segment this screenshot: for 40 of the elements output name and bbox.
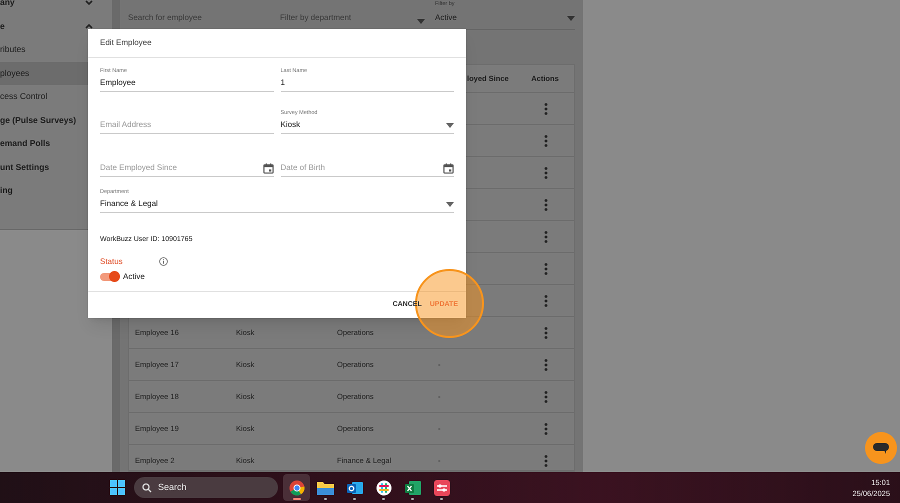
dropdown-caret-icon[interactable]	[417, 19, 425, 24]
more-options-icon[interactable]	[544, 390, 548, 402]
more-options-icon[interactable]	[544, 134, 548, 146]
dropdown-caret-icon[interactable]	[446, 122, 454, 128]
text-field[interactable]: Date of Birth	[280, 144, 454, 177]
sidebar-item[interactable]: any	[0, 0, 112, 14]
more-options-icon[interactable]	[544, 358, 548, 370]
more-options-icon[interactable]	[544, 422, 548, 434]
text-field[interactable]: Email Address	[100, 101, 274, 134]
windows-start-icon[interactable]	[110, 480, 125, 495]
spreadsheet-icon[interactable]	[404, 480, 420, 496]
more-options-icon[interactable]	[544, 454, 548, 466]
app-icon[interactable]	[434, 480, 450, 496]
taskbar-search-field[interactable]: Search	[134, 477, 278, 498]
more-options-icon[interactable]	[544, 294, 548, 306]
search-icon	[142, 482, 152, 492]
taskbar-app[interactable]	[283, 474, 310, 501]
dialog-title: Edit Employee	[100, 37, 152, 49]
chat-icon	[873, 442, 889, 454]
hash-icon[interactable]	[376, 480, 392, 496]
text-field[interactable]: Date Employed Since	[100, 144, 274, 177]
calendar-icon[interactable]	[443, 162, 454, 174]
more-options-icon[interactable]	[544, 230, 548, 242]
more-options-icon[interactable]	[544, 102, 548, 114]
folder-icon[interactable]	[317, 480, 334, 495]
mail-icon[interactable]	[346, 480, 362, 496]
status-label: Status	[100, 256, 124, 268]
more-options-icon[interactable]	[544, 166, 548, 178]
sidebar-item[interactable]: e	[0, 14, 112, 38]
status-switch[interactable]	[100, 272, 119, 280]
dropdown-caret-icon[interactable]	[446, 202, 454, 206]
chevron-icon[interactable]	[84, 21, 94, 32]
info-icon[interactable]	[159, 257, 168, 266]
calendar-icon[interactable]	[262, 162, 274, 174]
more-options-icon[interactable]	[544, 326, 548, 338]
browser-icon[interactable]	[288, 480, 304, 496]
switch-label: Active	[123, 270, 145, 282]
dropdown-caret-icon[interactable]	[567, 16, 575, 20]
more-options-icon[interactable]	[544, 262, 548, 274]
more-options-icon[interactable]	[544, 198, 548, 210]
